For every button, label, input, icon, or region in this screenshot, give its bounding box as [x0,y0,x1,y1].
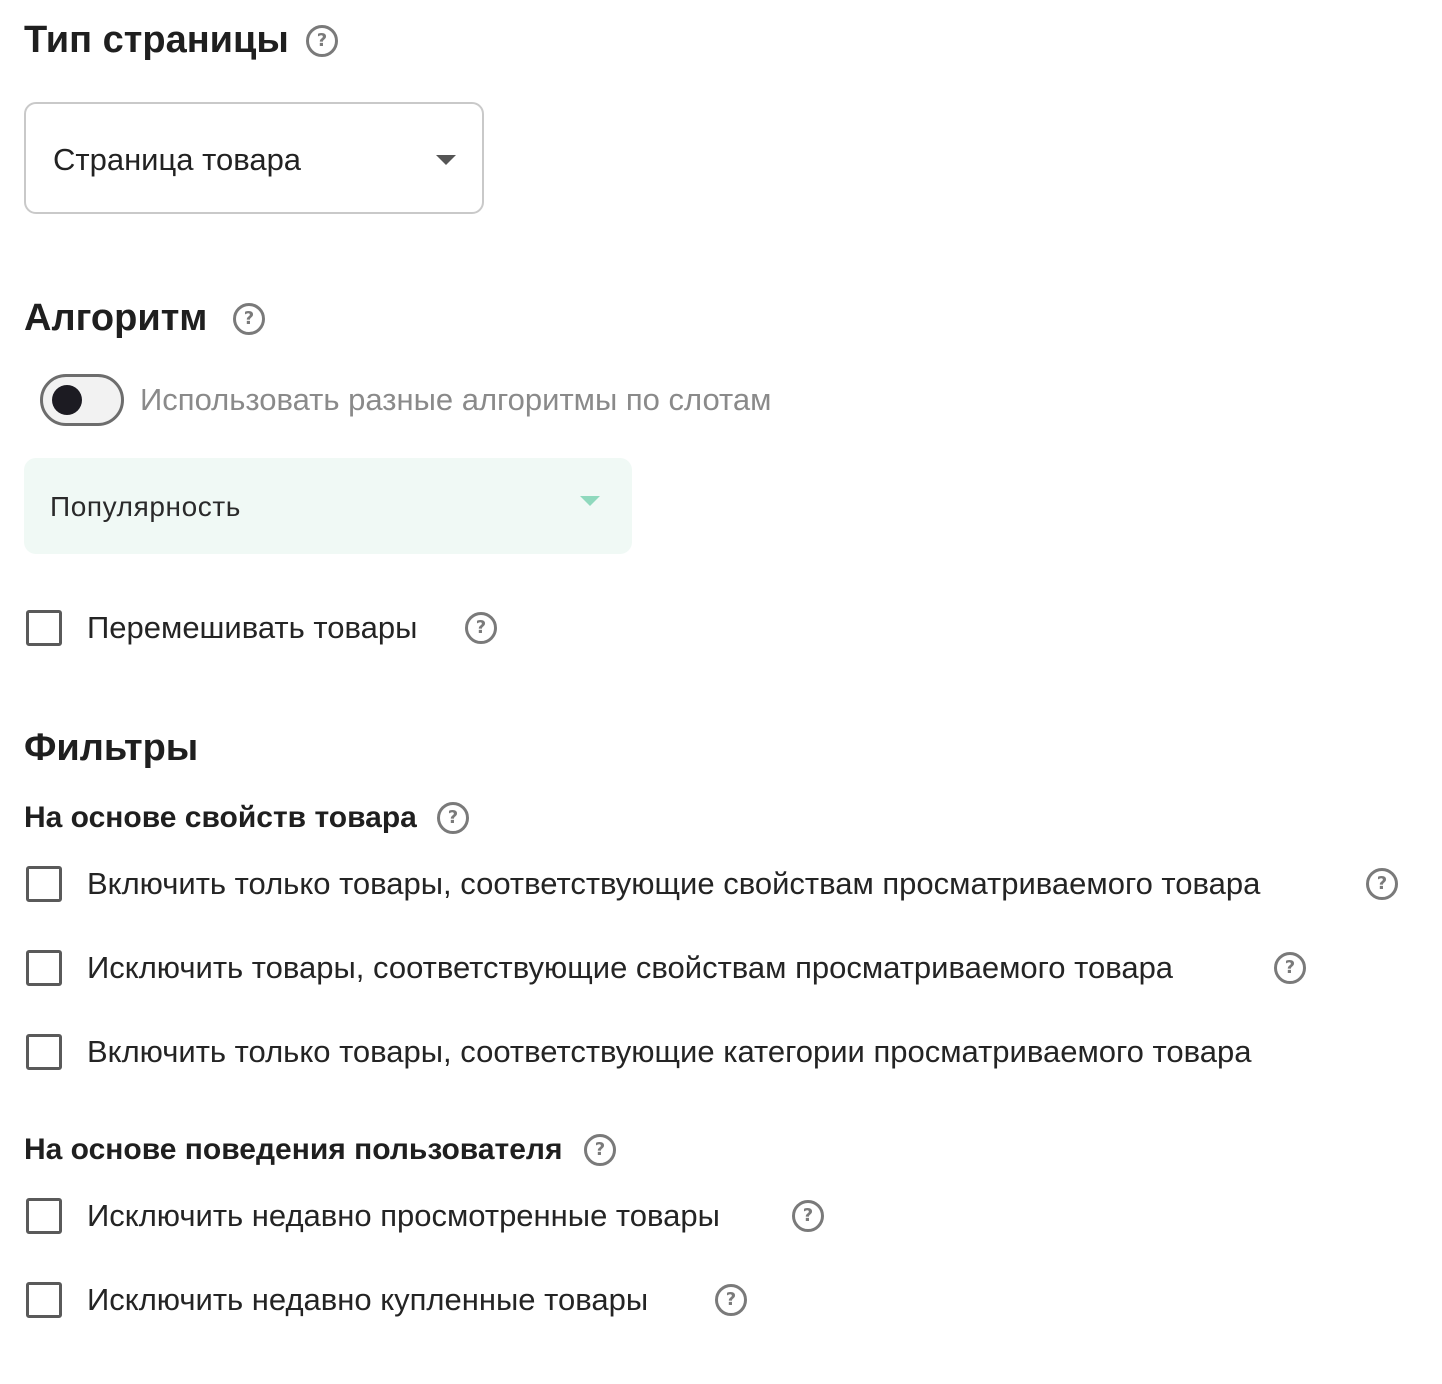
algorithm-select-value: Популярность [50,491,241,522]
page-type-select-value: Страница товара [53,142,302,177]
page-type-help-icon[interactable]: ? [306,25,338,57]
exclude-recently-viewed-help-icon[interactable]: ? [792,1200,824,1232]
page-type-select[interactable]: Страница товара [24,102,484,214]
exclude-matching-properties-checkbox[interactable] [26,950,62,986]
user-behavior-help-icon[interactable]: ? [584,1134,616,1166]
caret-down-icon [580,496,600,506]
exclude-matching-properties-help-icon[interactable]: ? [1274,952,1306,984]
caret-down-icon [436,155,456,165]
exclude-matching-properties-label: Исключить товары, соответствующие свойст… [87,950,1174,985]
exclude-recently-viewed-label: Исключить недавно просмотренные товары [87,1198,720,1233]
slot-algorithms-toggle-label: Использовать разные алгоритмы по слотам [140,382,772,417]
filters-title: Фильтры [24,727,199,769]
include-matching-properties-help-icon[interactable]: ? [1366,868,1398,900]
include-matching-category-label: Включить только товары, соответствующие … [87,1034,1252,1069]
slot-algorithms-toggle[interactable] [40,374,124,426]
product-properties-subtitle: На основе свойств товара [24,801,417,834]
exclude-recently-purchased-checkbox[interactable] [26,1282,62,1318]
exclude-recently-purchased-label: Исключить недавно купленные товары [87,1282,649,1317]
include-matching-category-checkbox[interactable] [26,1034,62,1070]
toggle-knob [52,385,82,415]
algorithm-help-icon[interactable]: ? [233,303,265,335]
algorithm-select[interactable]: Популярность [24,458,632,554]
include-matching-properties-label: Включить только товары, соответствующие … [87,866,1261,901]
exclude-recently-purchased-help-icon[interactable]: ? [715,1284,747,1316]
shuffle-checkbox[interactable] [26,610,62,646]
shuffle-help-icon[interactable]: ? [465,612,497,644]
user-behavior-subtitle: На основе поведения пользователя [24,1133,563,1166]
product-properties-help-icon[interactable]: ? [437,802,469,834]
algorithm-title: Алгоритм [24,297,208,339]
include-matching-properties-checkbox[interactable] [26,866,62,902]
shuffle-label: Перемешивать товары [87,610,418,645]
exclude-recently-viewed-checkbox[interactable] [26,1198,62,1234]
page-type-title: Тип страницы [24,19,289,61]
